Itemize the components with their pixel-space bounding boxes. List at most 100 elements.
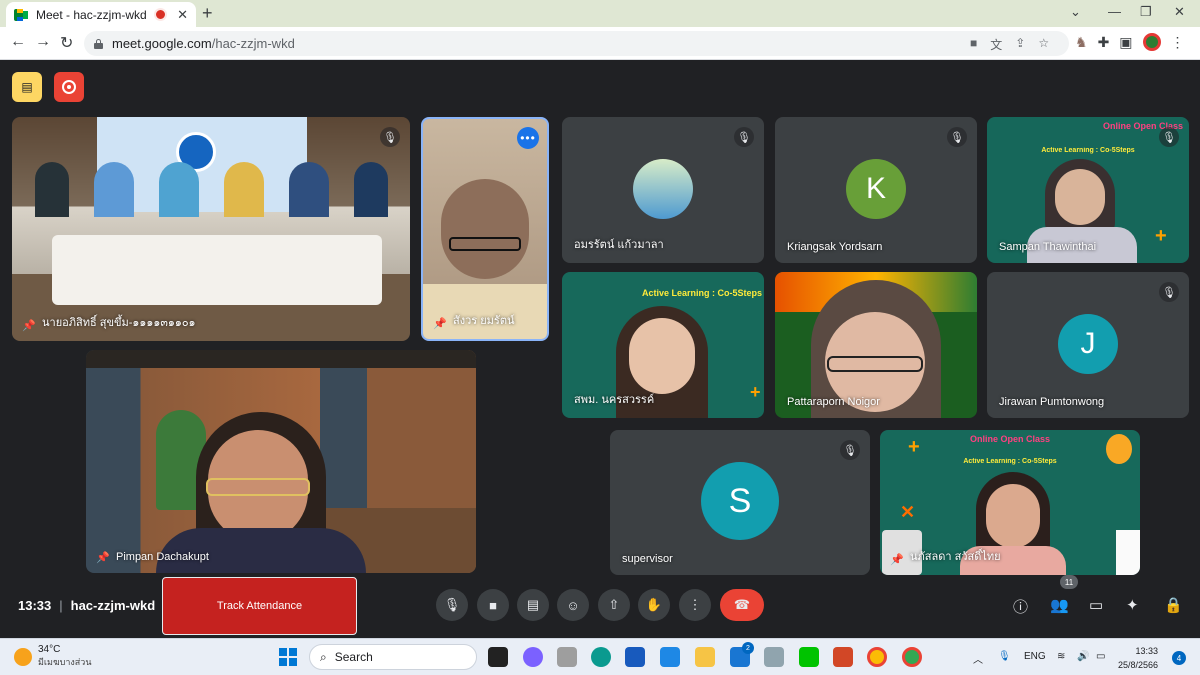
plus-decoration: + [908, 436, 920, 458]
participants-count-badge: 11 [1060, 575, 1078, 589]
present-screen-button[interactable]: ⇧ [598, 589, 630, 621]
wifi-icon[interactable]: ≋ [1057, 651, 1065, 662]
reload-icon[interactable]: ↻ [60, 33, 73, 53]
captions-button[interactable]: ▤ [517, 589, 549, 621]
clock-time: 13:33 [1135, 646, 1159, 656]
extensions-puzzle-icon[interactable]: ✚ [1098, 34, 1110, 51]
tab-search-icon[interactable]: ⌄ [1070, 4, 1081, 20]
pin-icon[interactable]: 📌 [22, 319, 36, 332]
recording-button[interactable] [54, 72, 84, 102]
host-controls-icon[interactable]: 🔒 [1164, 596, 1183, 614]
participant-name: อมรรัตน์ แก้วมาลา [574, 239, 664, 251]
close-tab-icon[interactable]: ✕ [177, 7, 188, 23]
input-language[interactable]: ENG [1024, 651, 1046, 662]
mic-off-icon: 🎙 [380, 127, 400, 147]
participant-tile[interactable]: ••• 📌 สังวร ยมรัตน์ [421, 117, 549, 341]
people-icon[interactable]: 👥 [1050, 596, 1069, 614]
participant-tile[interactable]: K 🎙 Kriangsak Yordsarn [775, 117, 977, 263]
browser-tab-meet[interactable]: Meet - hac-zzjm-wkd ✕ [6, 2, 196, 27]
taskbar-search[interactable]: ⌕ Search [309, 644, 477, 670]
word-icon[interactable] [625, 647, 645, 667]
meeting-info-icon[interactable]: ⓘ [1013, 596, 1028, 617]
participant-tile[interactable]: Online Open Class Active Learning : Co-5… [987, 117, 1189, 263]
table-cloth [52, 235, 382, 305]
participant-name: นายอภิสิทธิ์ สุขขึ้ม-๑๑๑๑๓๑๑๐๑ [42, 317, 196, 329]
participant-avatar: J [1058, 314, 1118, 374]
participant-tile[interactable]: 📌 นายอภิสิทธิ์ สุขขึ้ม-๑๑๑๑๓๑๑๐๑ 🎙 [12, 117, 410, 341]
participant-tile[interactable]: S 🎙 supervisor [610, 430, 870, 575]
windows-start-icon[interactable] [279, 648, 297, 666]
emoji-icon: ☺ [566, 597, 580, 613]
snipping-tool-icon[interactable] [764, 647, 784, 667]
restore-icon[interactable]: ❐ [1140, 4, 1152, 20]
address-bar[interactable]: meet.google.com/hac-zzjm-wkd [84, 31, 1069, 56]
share-icon[interactable]: ⇪ [1015, 36, 1025, 53]
task-view-icon[interactable] [488, 647, 508, 667]
mic-off-icon: 🎙 [840, 440, 860, 460]
file-explorer-icon[interactable] [695, 647, 715, 667]
participant-tile[interactable]: 📌 Pimpan Dachakupt [86, 350, 476, 573]
pin-icon[interactable]: 📌 [890, 553, 904, 566]
l-app-icon[interactable] [660, 647, 680, 667]
new-tab-button[interactable]: + [202, 3, 213, 24]
forward-arrow-icon[interactable]: → [35, 33, 51, 51]
slide-subheading: Active Learning : Co-5Steps [1041, 147, 1135, 154]
side-panel-icon[interactable]: ▣ [1119, 34, 1132, 51]
participant-tile[interactable]: 🎙 อมรรัตน์ แก้วมาลา [562, 117, 764, 263]
teams-chat-icon[interactable] [523, 647, 543, 667]
pin-icon[interactable]: 📌 [433, 317, 447, 330]
translate-icon[interactable]: 文 [990, 36, 1002, 53]
taskbar-clock[interactable]: 13:33 25/8/2566 [1118, 644, 1158, 672]
volume-icon[interactable]: 🔊 [1077, 651, 1089, 662]
browser-tab-strip: Meet - hac-zzjm-wkd ✕ + ⌄ — ❐ ✕ [0, 0, 1200, 27]
participant-name: Kriangsak Yordsarn [787, 241, 883, 253]
captions-off-button[interactable]: ▤ [12, 72, 42, 102]
edge-icon[interactable] [591, 647, 611, 667]
hand-icon: ✋ [645, 597, 663, 612]
battery-icon[interactable]: ▭ [1096, 651, 1105, 662]
participant-tile[interactable]: J 🎙 Jirawan Pumtonwong [987, 272, 1189, 418]
participant-tile[interactable]: Pattaraporn Noigor [775, 272, 977, 418]
line-icon[interactable] [799, 647, 819, 667]
more-options-button[interactable]: ⋮ [679, 589, 711, 621]
camera-app-icon[interactable] [557, 647, 577, 667]
extension-icon[interactable]: ♞ [1075, 34, 1088, 51]
chrome-menu-icon[interactable]: ⋮ [1171, 34, 1185, 51]
participant-face [629, 318, 695, 394]
participant-tile[interactable]: Online Open Class Active Learning : Co-5… [880, 430, 1140, 575]
chrome-profile-icon[interactable] [902, 647, 922, 667]
more-options-button[interactable]: ••• [517, 127, 539, 149]
raise-hand-button[interactable]: ✋ [638, 589, 670, 621]
activities-icon[interactable]: ✦ [1126, 596, 1139, 614]
participant-name: นภัสลดา สวัสดิ์ไทย [910, 551, 1001, 563]
close-window-icon[interactable]: ✕ [1174, 4, 1185, 20]
back-arrow-icon[interactable]: ← [10, 33, 26, 51]
track-attendance-button[interactable]: Track Attendance [162, 577, 357, 635]
pin-icon[interactable]: 📌 [96, 551, 110, 564]
chat-icon[interactable]: ▭ [1089, 596, 1103, 614]
minimize-icon[interactable]: — [1108, 4, 1121, 19]
participant-name: สังวร ยมรัตน์ [453, 315, 515, 327]
slide-subheading: Active Learning : Co-5Steps [963, 458, 1057, 465]
tray-expand-icon[interactable]: ︿ [973, 651, 983, 666]
reactions-button[interactable]: ☺ [557, 589, 589, 621]
camera-in-use-icon[interactable]: ■ [970, 36, 977, 53]
weather-widget[interactable]: 34°C มีเมฆบางส่วน [14, 644, 91, 669]
weather-sun-icon [14, 647, 32, 666]
url-path: /hac-zzjm-wkd [211, 36, 295, 51]
chrome-icon[interactable] [867, 647, 887, 667]
participant-tile[interactable]: Active Learning : Co-5Steps + สพม. นครสว… [562, 272, 764, 418]
participant-name: Jirawan Pumtonwong [999, 396, 1105, 408]
powerpoint-icon[interactable] [833, 647, 853, 667]
leave-call-button[interactable]: ☎ [720, 589, 764, 621]
notification-badge[interactable]: 4 [1172, 651, 1186, 665]
tray-mic-icon[interactable]: 🎙 [998, 651, 1011, 662]
captions-icon: ▤ [526, 597, 540, 612]
camera-button[interactable]: ■ [477, 589, 509, 621]
microphone-button[interactable]: 🎙 [436, 589, 468, 621]
bookmark-star-icon[interactable]: ☆ [1038, 36, 1049, 53]
windows-taskbar: 34°C มีเมฆบางส่วน ⌕ Search 2 ︿ 🎙 ENG ≋ 🔊… [0, 638, 1200, 675]
profile-avatar[interactable] [1142, 33, 1161, 51]
meeting-time: 13:33 [18, 598, 52, 613]
temperature: 34°C [38, 644, 61, 655]
